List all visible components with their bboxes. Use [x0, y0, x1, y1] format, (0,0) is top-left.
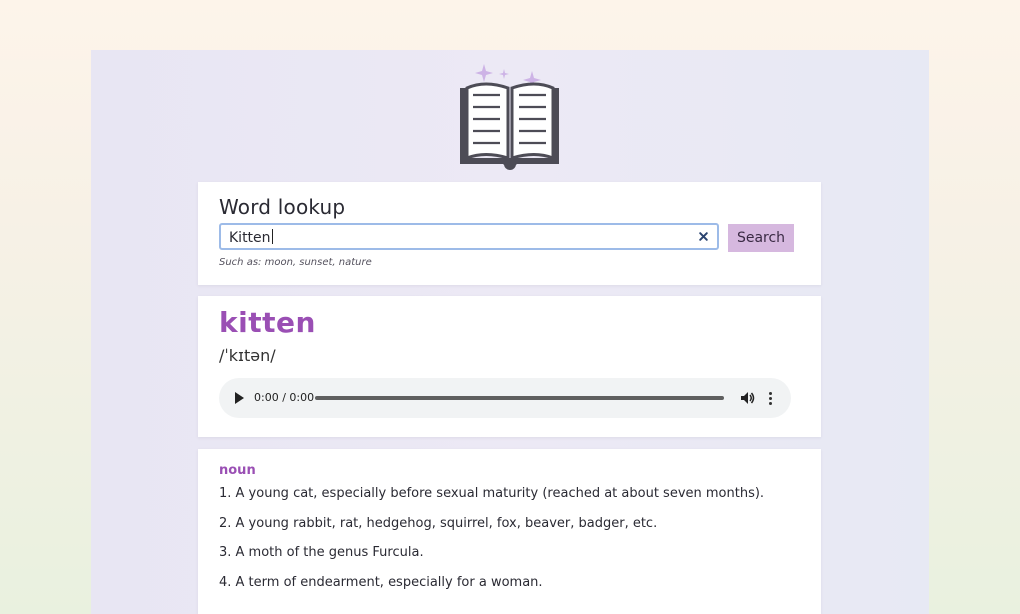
search-input[interactable]: Kitten: [219, 223, 719, 250]
definition-item: 4. A term of endearment, especially for …: [219, 575, 543, 590]
result-card: kitten /ˈkɪtən/ 0:00 / 0:00: [198, 296, 821, 437]
audio-time: 0:00 / 0:00: [254, 391, 315, 404]
search-button[interactable]: Search: [728, 224, 794, 252]
close-icon[interactable]: [698, 231, 709, 242]
audio-player[interactable]: 0:00 / 0:00: [219, 378, 791, 418]
search-hint: Such as: moon, sunset, nature: [219, 257, 372, 268]
word-heading: kitten: [219, 306, 316, 339]
definitions-card: noun 1. A young cat, especially before s…: [198, 449, 821, 614]
play-icon[interactable]: [234, 392, 244, 404]
part-of-speech: noun: [219, 463, 256, 478]
phonetic-text: /ˈkɪtən/: [219, 346, 276, 365]
lookup-title: Word lookup: [219, 195, 346, 219]
volume-icon[interactable]: [740, 390, 756, 406]
search-input-value: Kitten: [229, 230, 271, 246]
definition-item: 2. A young rabbit, rat, hedgehog, squirr…: [219, 516, 658, 531]
definition-item: 1. A young cat, especially before sexual…: [219, 486, 765, 501]
definition-item: 3. A moth of the genus Furcula.: [219, 545, 424, 560]
audio-progress-track[interactable]: [315, 396, 724, 400]
more-options-icon[interactable]: [768, 390, 774, 406]
search-card: Word lookup Kitten Search Such as: moon,…: [198, 182, 821, 285]
book-logo-icon: [460, 64, 559, 170]
